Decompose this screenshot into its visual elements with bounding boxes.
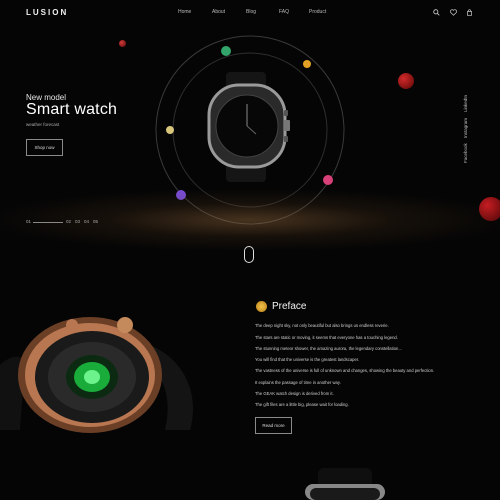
nav-about[interactable]: About — [212, 9, 225, 15]
preface-line: The GEAK watch design is derived from it… — [255, 391, 334, 396]
planet-red — [398, 73, 414, 89]
pager-item[interactable]: 03 — [75, 219, 80, 224]
heart-icon[interactable] — [450, 9, 457, 16]
hero-tagline: weather forecast — [26, 122, 60, 127]
search-icon[interactable] — [433, 9, 440, 16]
watch-partial-image — [305, 468, 385, 500]
shop-now-button[interactable]: Shop now — [26, 139, 63, 156]
preface-line: The stunning meteor shower, the amazing … — [255, 346, 402, 351]
pager-item[interactable]: 02 — [66, 219, 71, 224]
nav-product[interactable]: Product — [309, 9, 326, 15]
nav-faq[interactable]: FAQ — [279, 9, 289, 15]
pager-progress-line — [33, 222, 63, 223]
preface-title: Preface — [272, 301, 307, 312]
logo[interactable]: LUSION — [26, 8, 68, 17]
social-facebook[interactable]: Facebook — [463, 143, 468, 163]
preface-line: You will find that the universe is the g… — [255, 357, 360, 362]
watch-back-image — [0, 317, 194, 433]
pager-item[interactable]: 04 — [84, 219, 89, 224]
scroll-indicator[interactable] — [244, 246, 254, 263]
read-more-button[interactable]: Read more — [255, 417, 292, 434]
pager-current[interactable]: 01 — [26, 219, 31, 224]
social-instagram[interactable]: Instagram — [463, 118, 468, 138]
preface-line: The stars are static or moving, it seems… — [255, 335, 398, 340]
planet-small-red — [119, 40, 126, 47]
nav-home[interactable]: Home — [178, 9, 191, 15]
pager-item[interactable]: 05 — [93, 219, 98, 224]
preface-line: The vastness of the universe is full of … — [255, 368, 435, 373]
preface-icon — [256, 301, 267, 312]
cart-icon[interactable] — [466, 9, 473, 16]
preface-line: It explains the passage of time in anoth… — [255, 380, 341, 385]
hero-title: Smart watch — [26, 101, 118, 118]
preface-line: The gift files are a little big, please … — [255, 402, 349, 407]
preface-line: The deep night sky, not only beautiful b… — [255, 323, 389, 328]
nav-blog[interactable]: Blog — [246, 9, 256, 15]
social-linkedin[interactable]: LinkedIn — [463, 95, 468, 112]
